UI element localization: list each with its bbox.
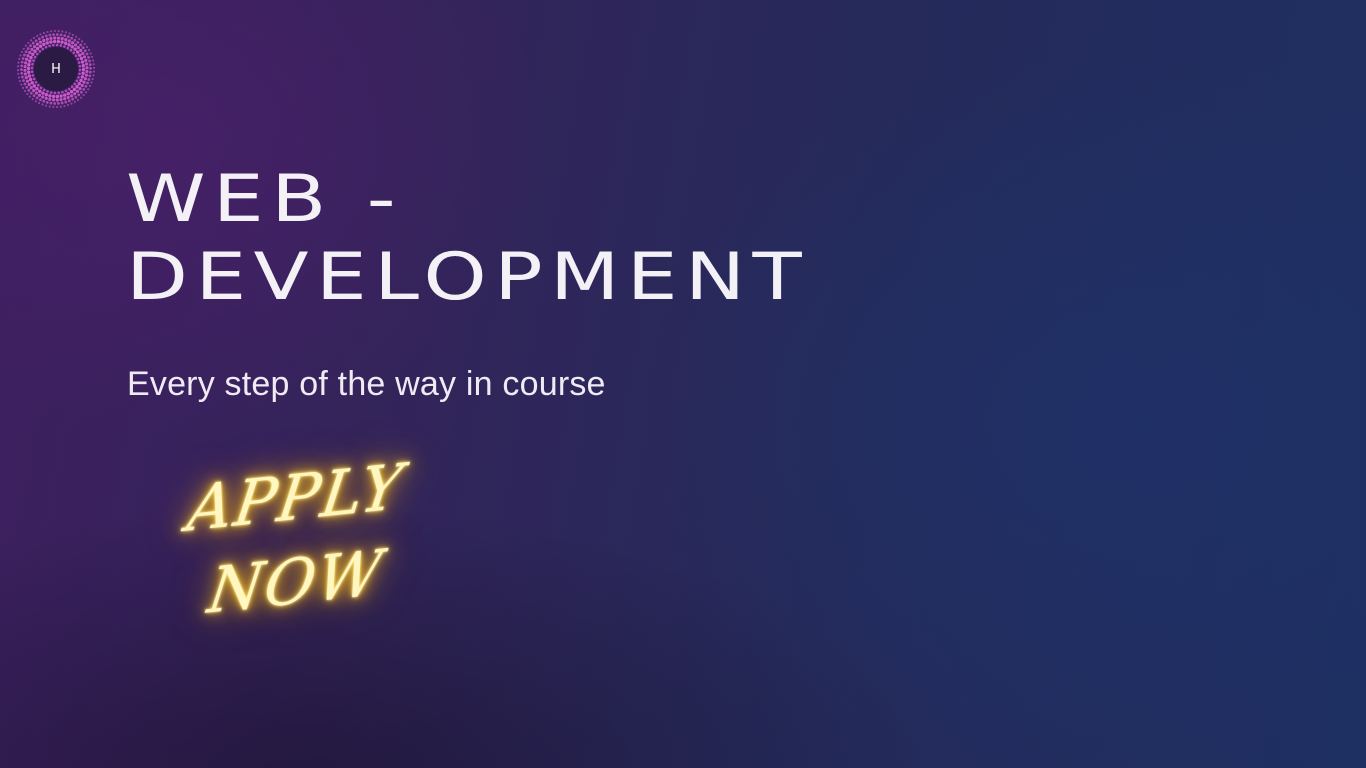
logo-letter: H	[51, 61, 61, 77]
page-subtitle: Every step of the way in course	[127, 365, 606, 403]
page-title: WEB - DEVELOPMENT	[126, 160, 809, 317]
title-line-2: DEVELOPMENT	[126, 239, 810, 315]
title-line-1: WEB -	[126, 160, 403, 237]
brand-logo[interactable]: H	[16, 29, 96, 109]
apply-now-button[interactable]: APPLY NOW	[166, 449, 426, 642]
